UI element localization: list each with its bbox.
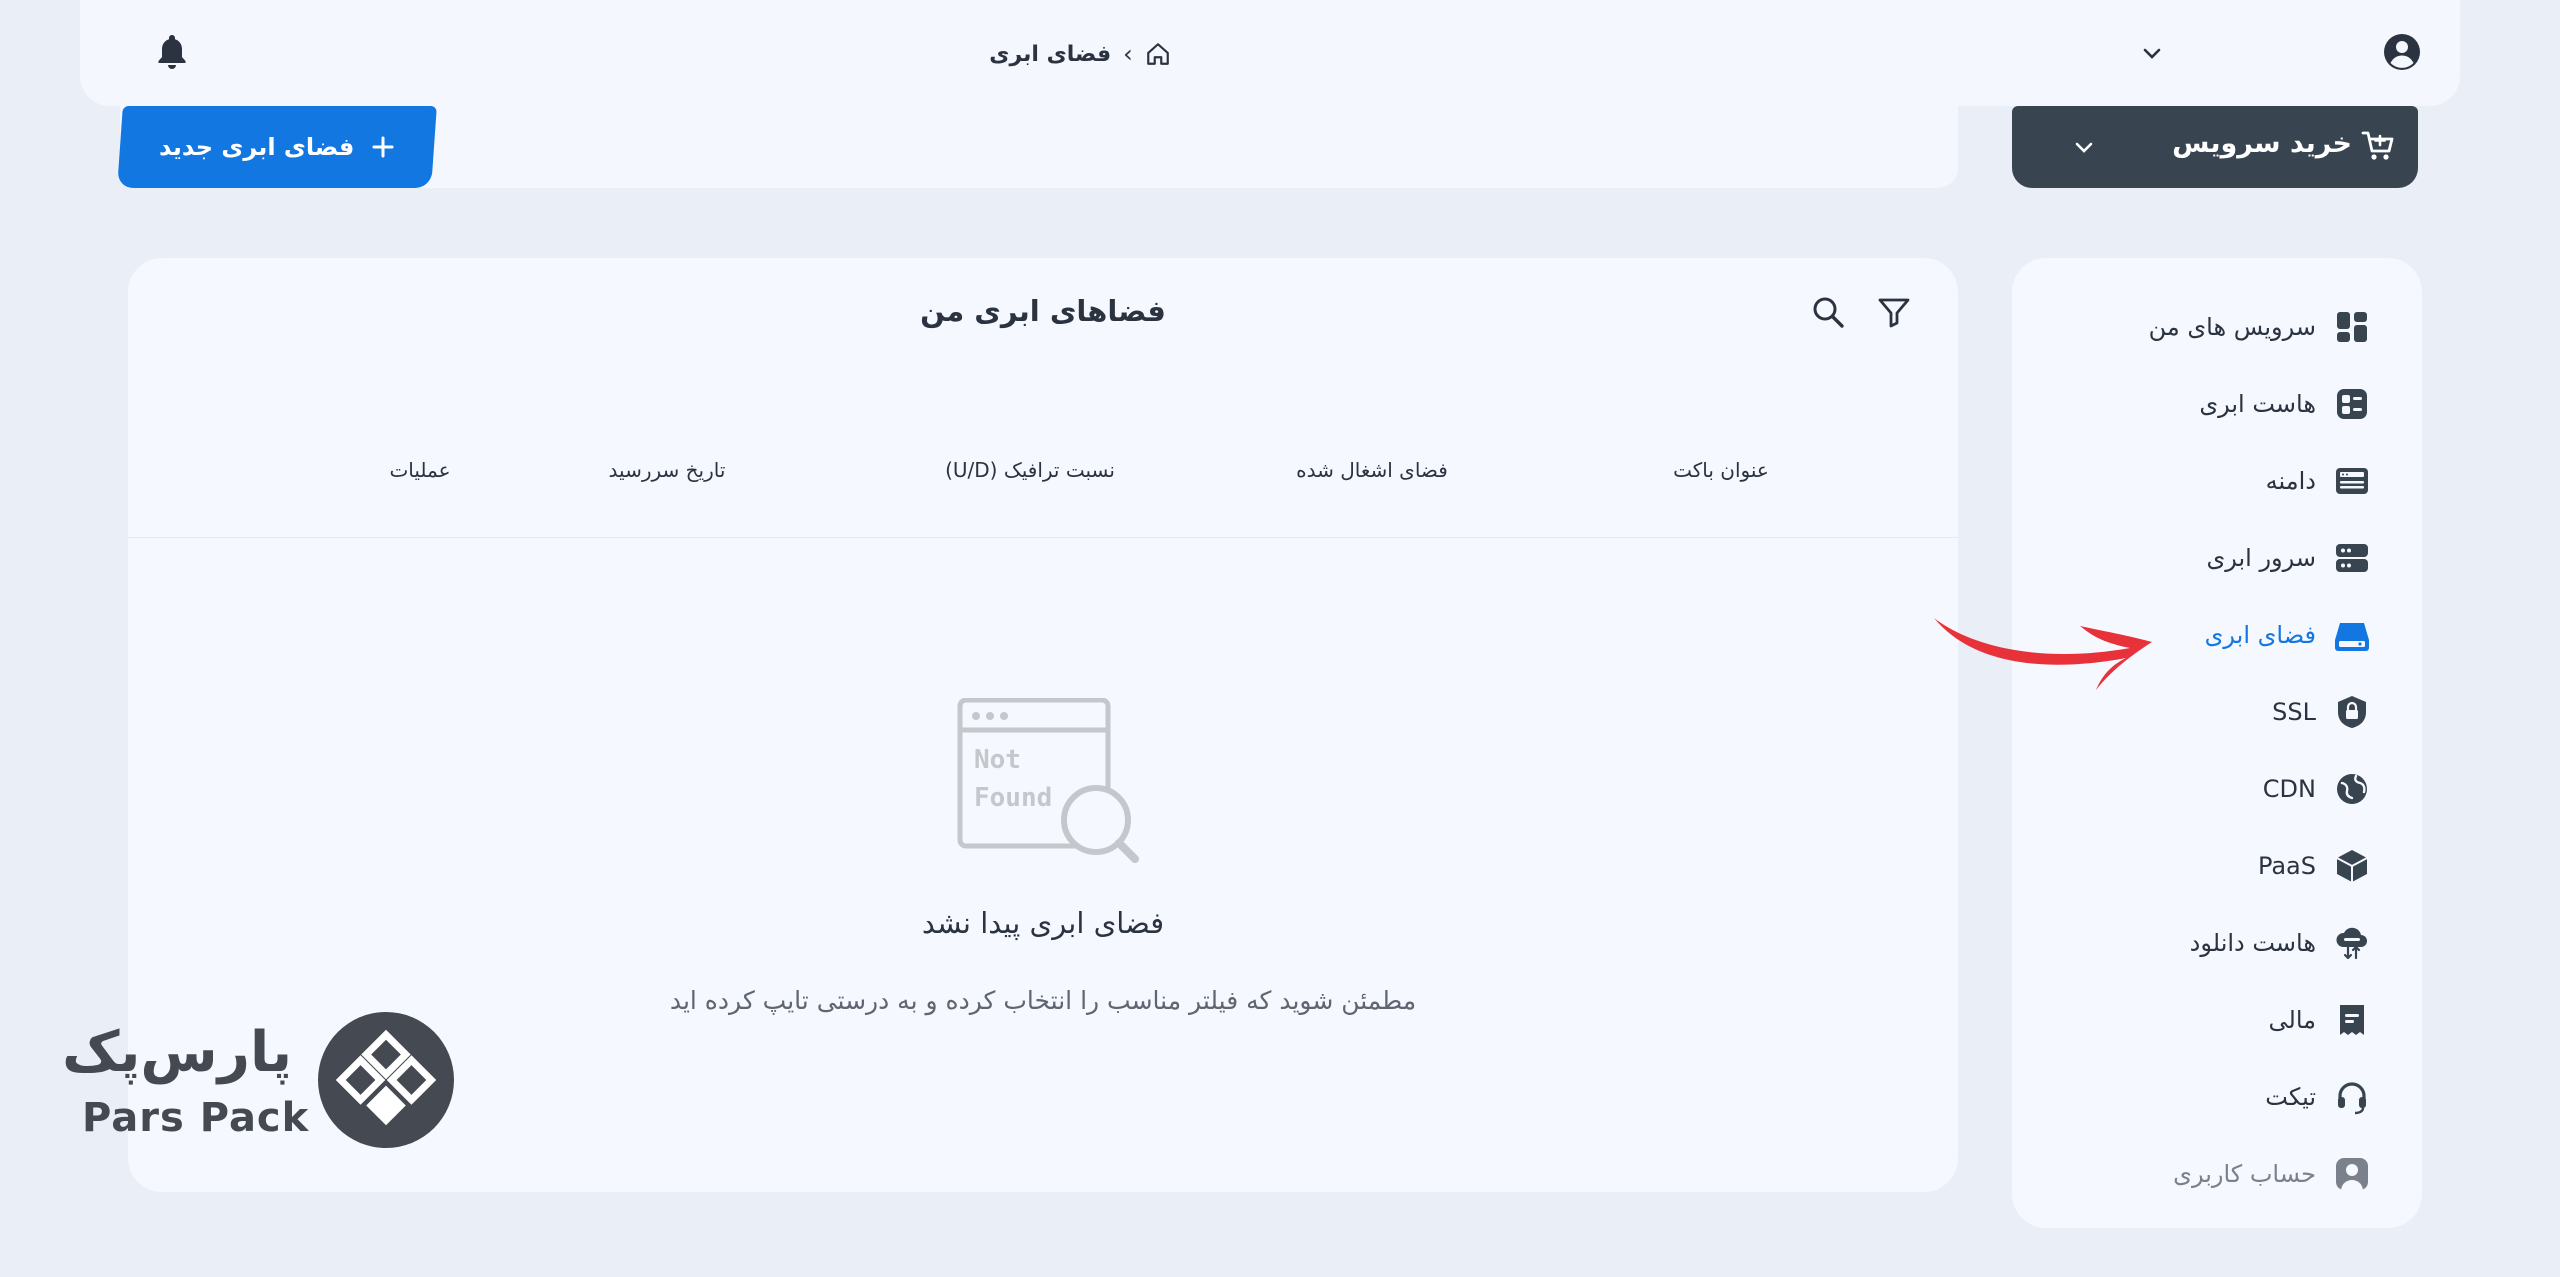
sidebar-item-cloud-storage[interactable]: فضای ابری: [2205, 615, 2370, 655]
sidebar-item-my-services[interactable]: سرویس های من: [2149, 307, 2370, 347]
buy-service-label: خرید سرویس: [2172, 128, 2352, 159]
sidebar-item-paas[interactable]: PaaS: [2258, 846, 2370, 886]
logo-text-en: Pars Pack: [82, 1095, 310, 1141]
filter-icon[interactable]: [1876, 294, 1912, 330]
sidebar-item-cdn[interactable]: CDN: [2263, 769, 2370, 809]
account-icon: [2334, 1156, 2370, 1192]
sidebar-item-label: مالی: [2268, 1006, 2316, 1034]
sidebar-item-label: PaaS: [2257, 852, 2316, 880]
column-traffic-ratio[interactable]: نسبت ترافیک (U/D): [945, 458, 1115, 482]
plus-icon: [371, 135, 395, 159]
bell-icon[interactable]: [156, 32, 188, 72]
sidebar-item-cloud-host[interactable]: هاست ابری: [2199, 384, 2370, 424]
user-avatar-icon[interactable]: [2382, 32, 2422, 72]
not-found-illustration: Not Found: [948, 698, 1148, 878]
sidebar-item-label: هاست دانلود: [2189, 929, 2316, 957]
sidebar-item-account[interactable]: حساب کاربری: [2173, 1154, 2370, 1194]
sidebar-item-label: هاست ابری: [2199, 390, 2316, 418]
column-used-space[interactable]: فضای اشغال شده: [1296, 458, 1448, 482]
sidebar-item-domain[interactable]: دامنه: [2266, 461, 2370, 501]
breadcrumb: › فضای ابری: [940, 34, 1220, 74]
home-icon[interactable]: [1145, 41, 1171, 67]
search-icon[interactable]: [1810, 294, 1846, 330]
sidebar-item-label: فضای ابری: [2204, 621, 2316, 649]
new-cloud-space-button[interactable]: فضای ابری جدید: [117, 106, 437, 188]
sidebar-item-label: تیکت: [2265, 1083, 2316, 1111]
sidebar-item-label: SSL: [2272, 698, 2316, 726]
paas-box-icon: [2334, 848, 2370, 884]
sidebar-item-download-host[interactable]: هاست دانلود: [2190, 923, 2370, 963]
headset-icon: [2334, 1079, 2370, 1115]
logo-text-fa: پارس‌پک: [62, 1020, 292, 1085]
not-found-text-1: Not: [974, 745, 1021, 775]
chevron-down-icon[interactable]: [2072, 136, 2096, 160]
breadcrumb-separator: ›: [1123, 40, 1133, 68]
sidebar-item-label: سرویس های من: [2148, 313, 2316, 341]
column-bucket-title[interactable]: عنوان باکت: [1673, 458, 1769, 482]
finance-icon: [2334, 1002, 2370, 1038]
cloud-storage-icon: [2334, 617, 2370, 653]
domain-icon: [2334, 463, 2370, 499]
sidebar-item-label: دامنه: [2265, 467, 2316, 495]
column-due-date[interactable]: تاریخ سررسید: [609, 458, 726, 482]
empty-state-title: فضای ابری پیدا نشد: [921, 906, 1165, 940]
sidebar-item-finance[interactable]: مالی: [2269, 1000, 2370, 1040]
top-header: › فضای ابری: [80, 0, 2460, 106]
dashboard-icon: [2334, 309, 2370, 345]
download-host-icon: [2334, 925, 2370, 961]
red-arrow-annotation: [1930, 606, 2160, 696]
table-header: عنوان باکت فضای اشغال شده نسبت ترافیک (U…: [128, 448, 1958, 538]
sidebar-item-ssl[interactable]: SSL: [2272, 692, 2370, 732]
page-title: فضاهای ابری من: [920, 294, 1166, 328]
chevron-down-icon[interactable]: [2140, 42, 2164, 66]
cart-icon: [2360, 128, 2396, 164]
sidebar-item-label: CDN: [2262, 775, 2316, 803]
server-icon: [2334, 540, 2370, 576]
sidebar: سرویس های من هاست ابری دامنه سرور ابری ف…: [2012, 258, 2422, 1228]
cdn-globe-icon: [2334, 771, 2370, 807]
not-found-text-2: Found: [974, 783, 1052, 813]
sidebar-item-label: حساب کاربری: [2173, 1160, 2316, 1188]
column-operations[interactable]: عملیات: [389, 458, 450, 482]
sidebar-item-ticket[interactable]: تیکت: [2265, 1077, 2370, 1117]
ssl-shield-icon: [2334, 694, 2370, 730]
sidebar-item-cloud-server[interactable]: سرور ابری: [2206, 538, 2370, 578]
cloud-host-icon: [2334, 386, 2370, 422]
breadcrumb-current: فضای ابری: [989, 41, 1112, 67]
sidebar-item-label: سرور ابری: [2206, 544, 2316, 572]
new-cloud-space-label: فضای ابری جدید: [159, 133, 355, 161]
buy-service-button[interactable]: خرید سرویس: [2012, 106, 2418, 188]
